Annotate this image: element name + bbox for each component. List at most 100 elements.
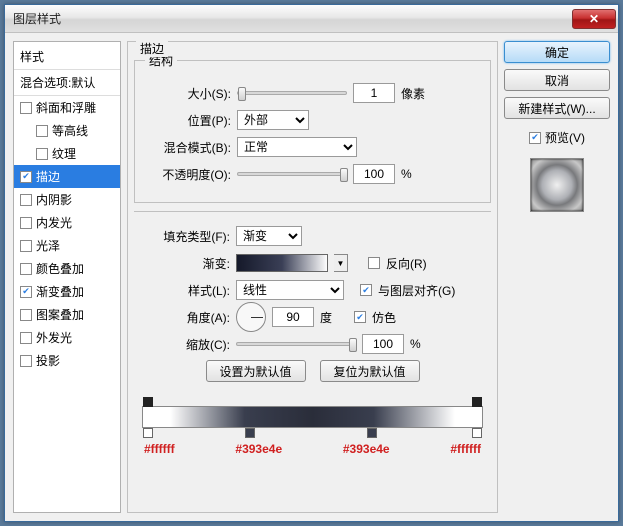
layer-style-dialog: 图层样式 ✕ 样式 混合选项:默认 斜面和浮雕等高线纹理 ✔ 描边内阴影内发光光泽颜… [4,4,619,522]
sidebar-item-11[interactable]: 投影 [14,349,120,372]
size-input[interactable] [353,83,395,103]
close-button[interactable]: ✕ [572,9,616,29]
reset-default-button[interactable]: 复位为默认值 [320,360,420,382]
size-unit: 像素 [401,85,425,102]
align-checkbox[interactable]: ✔ [360,284,372,296]
blendmode-select[interactable]: 正常 [237,137,357,157]
stop-label-1: #ffffff [144,442,175,456]
sidebar-checkbox-11[interactable] [20,355,32,367]
make-default-button[interactable]: 设置为默认值 [206,360,306,382]
align-label: 与图层对齐(G) [378,282,455,299]
sidebar-label-6: 光泽 [36,237,60,254]
sidebar-label-9: 图案叠加 [36,306,84,323]
gradient-dropdown[interactable]: ▼ [334,254,348,272]
color-stop-4[interactable] [472,428,482,438]
reverse-checkbox[interactable] [368,257,380,269]
opacity-stop-right[interactable] [472,397,482,407]
color-stop-1[interactable] [143,428,153,438]
sidebar-label-5: 内发光 [36,214,72,231]
opacity-input[interactable] [353,164,395,184]
size-slider[interactable] [237,91,347,95]
sidebar-label-4: 内阴影 [36,191,72,208]
sidebar-checkbox-8[interactable]: ✔ [20,286,32,298]
sidebar-item-10[interactable]: 外发光 [14,326,120,349]
angle-dial[interactable] [236,302,266,332]
gradient-bar[interactable] [142,406,483,428]
sidebar-label-11: 投影 [36,352,60,369]
dither-checkbox[interactable]: ✔ [354,311,366,323]
preview-checkbox[interactable]: ✔ [529,132,541,144]
ok-button[interactable]: 确定 [504,41,610,63]
sidebar-checkbox-7[interactable] [20,263,32,275]
size-label: 大小(S): [145,85,231,102]
sidebar-blend-default[interactable]: 混合选项:默认 [14,70,120,96]
sidebar-header[interactable]: 样式 [14,44,120,70]
sidebar-item-5[interactable]: 内发光 [14,211,120,234]
style-select[interactable]: 线性 [236,280,344,300]
style-label: 样式(L): [144,282,230,299]
sidebar-checkbox-6[interactable] [20,240,32,252]
opacity-stop-left[interactable] [143,397,153,407]
angle-label: 角度(A): [144,309,230,326]
sidebar-checkbox-9[interactable] [20,309,32,321]
sidebar-label-8: 渐变叠加 [36,283,84,300]
sidebar-label-3: 描边 [36,168,60,185]
styles-sidebar: 样式 混合选项:默认 斜面和浮雕等高线纹理 ✔ 描边内阴影内发光光泽颜色叠加 ✔ 渐变叠… [13,41,121,513]
scale-label: 缩放(C): [144,336,230,353]
sidebar-item-3[interactable]: ✔ 描边 [14,165,120,188]
sidebar-checkbox-4[interactable] [20,194,32,206]
sidebar-item-8[interactable]: ✔ 渐变叠加 [14,280,120,303]
opacity-slider[interactable] [237,172,347,176]
new-style-button[interactable]: 新建样式(W)... [504,97,610,119]
stop-label-2: #393e4e [235,442,282,456]
sidebar-checkbox-1[interactable] [36,125,48,137]
sidebar-label-10: 外发光 [36,329,72,346]
color-stop-2[interactable] [245,428,255,438]
sidebar-checkbox-2[interactable] [36,148,48,160]
cancel-button[interactable]: 取消 [504,69,610,91]
preview-swatch [530,158,584,212]
preview-label: 预览(V) [545,129,585,146]
sidebar-item-9[interactable]: 图案叠加 [14,303,120,326]
structure-group: 结构 大小(S): 像素 位置(P): 外部 混合模式(B): 正常 [134,52,491,203]
dither-label: 仿色 [372,309,396,326]
right-panel: 确定 取消 新建样式(W)... ✔ 预览(V) [504,41,610,513]
sidebar-item-2[interactable]: 纹理 [14,142,120,165]
angle-unit: 度 [320,309,332,326]
sidebar-item-4[interactable]: 内阴影 [14,188,120,211]
sidebar-checkbox-3[interactable]: ✔ [20,171,32,183]
scale-unit: % [410,337,421,351]
blendmode-label: 混合模式(B): [145,139,231,156]
stop-label-4: #ffffff [450,442,481,456]
sidebar-item-1[interactable]: 等高线 [14,119,120,142]
sidebar-label-2: 纹理 [52,145,76,162]
angle-input[interactable] [272,307,314,327]
filltype-label: 填充类型(F): [144,228,230,245]
sidebar-item-6[interactable]: 光泽 [14,234,120,257]
scale-slider[interactable] [236,342,356,346]
gradient-preview[interactable] [236,254,328,272]
main-panel: 描边 结构 大小(S): 像素 位置(P): 外部 混合模式(B): [127,41,498,513]
sidebar-label-0: 斜面和浮雕 [36,99,96,116]
position-label: 位置(P): [145,112,231,129]
opacity-unit: % [401,167,412,181]
sidebar-checkbox-10[interactable] [20,332,32,344]
sidebar-label-1: 等高线 [52,122,88,139]
opacity-label: 不透明度(O): [145,166,231,183]
color-stop-3[interactable] [367,428,377,438]
position-select[interactable]: 外部 [237,110,309,130]
scale-input[interactable] [362,334,404,354]
panel-title: 描边 [136,40,168,57]
sidebar-checkbox-5[interactable] [20,217,32,229]
gradient-editor: #ffffff #393e4e #393e4e #ffffff [142,406,483,456]
reverse-label: 反向(R) [386,255,427,272]
sidebar-item-7[interactable]: 颜色叠加 [14,257,120,280]
stop-label-3: #393e4e [343,442,390,456]
sidebar-label-7: 颜色叠加 [36,260,84,277]
gradient-label: 渐变: [144,255,230,272]
sidebar-item-0[interactable]: 斜面和浮雕 [14,96,120,119]
sidebar-checkbox-0[interactable] [20,102,32,114]
titlebar: 图层样式 ✕ [5,5,618,33]
filltype-select[interactable]: 渐变 [236,226,302,246]
window-title: 图层样式 [13,10,572,27]
